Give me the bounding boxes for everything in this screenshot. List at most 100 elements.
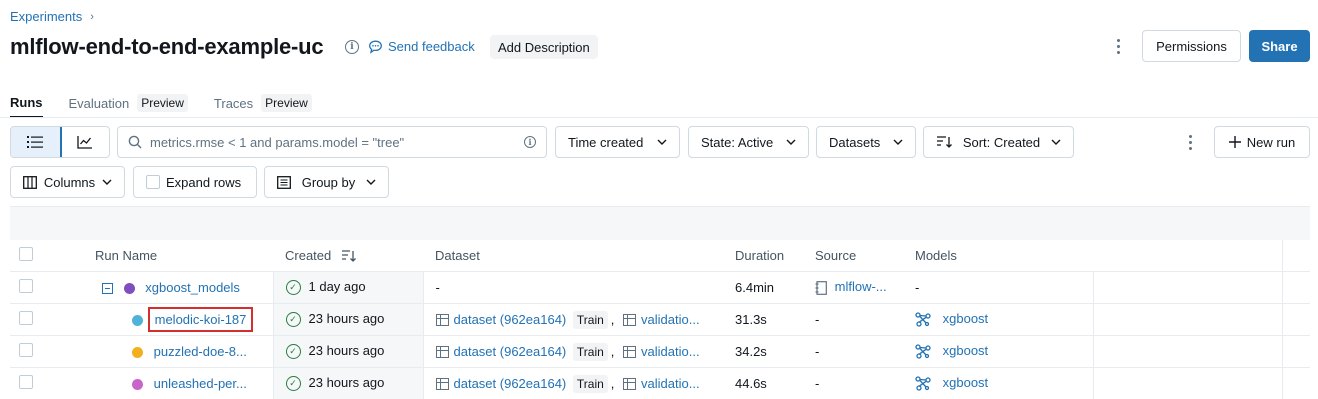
expand-rows-label: Expand rows [166,174,242,190]
dataset-link[interactable]: dataset (962ea164) [454,376,567,391]
more-options-icon[interactable] [1108,34,1128,58]
row-select-cell [10,271,85,304]
run-color-dot [132,314,143,326]
column-header-dataset[interactable]: Dataset [423,240,723,272]
runs-table: Run Name Created Dataset Duration Source… [10,240,1310,399]
model-icon [915,344,931,359]
new-run-button[interactable]: New run [1214,126,1310,158]
row-checkbox[interactable] [19,374,33,389]
model-link[interactable]: xgboost [943,343,989,358]
column-header-models[interactable]: Models [903,240,1093,272]
column-header-source[interactable]: Source [803,240,903,272]
run-color-dot [132,346,143,358]
run-color-dot [132,378,143,390]
column-header-duration[interactable]: Duration [723,240,803,272]
dataset-link-secondary[interactable]: validatio... [641,344,700,359]
plus-icon [1228,136,1241,148]
model-icon [915,312,931,327]
select-all-cell [10,240,85,272]
permissions-button[interactable]: Permissions [1142,30,1241,62]
list-view-button[interactable] [11,127,62,157]
run-color-dot [123,282,135,294]
collapse-icon[interactable] [102,282,113,294]
breadcrumb-experiments-link[interactable]: Experiments [10,9,82,24]
select-all-checkbox[interactable] [19,246,33,261]
line-chart-icon [77,136,92,149]
success-check-icon: ✓ [285,344,301,360]
run-name-link[interactable]: unleashed-per... [154,376,247,391]
run-name-cell: unleashed-per... [85,367,273,399]
dataset-link-secondary[interactable]: validatio... [641,312,700,327]
expand-rows-toggle[interactable]: Expand rows [133,166,257,198]
dataset-link[interactable]: dataset (962ea164) [454,312,567,327]
tab-traces[interactable]: Traces Preview [214,94,312,118]
chevron-down-icon [102,179,112,185]
add-description-button[interactable]: Add Description [490,35,598,59]
search-placeholder: metrics.rmse < 1 and params.model = "tre… [150,134,405,150]
state-dropdown[interactable]: State: Active [688,126,809,158]
preview-badge: Preview [261,94,312,112]
table-icon [623,378,637,391]
tab-evaluation[interactable]: Evaluation Preview [69,94,188,118]
model-link[interactable]: xgboost [943,375,989,390]
search-icon [128,135,142,149]
group-by-button[interactable]: Group by [264,166,389,198]
column-header-created[interactable]: Created [273,240,423,272]
tab-divider [0,117,1318,118]
created-value: 23 hours ago [308,342,385,358]
table-header-band [10,206,1310,240]
run-name-link[interactable]: xgboost_models [145,280,240,295]
source-link[interactable]: mlflow-... [835,279,887,294]
datasets-dropdown[interactable]: Datasets [816,126,916,158]
info-icon[interactable]: i [345,40,359,54]
empty-cell [1093,367,1310,399]
tab-label: Traces [213,95,254,111]
sort-dropdown[interactable]: Sort: Created [923,126,1074,158]
column-header-run-name[interactable]: Run Name [85,240,273,272]
chart-view-button[interactable] [61,127,110,157]
row-select-cell [10,303,85,336]
run-name-link[interactable]: melodic-koi-187 [155,312,247,327]
table-row[interactable]: melodic-koi-187 ✓ 23 hours ago dataset (9… [10,303,1310,336]
columns-button[interactable]: Columns [10,166,125,198]
dataset-cell: dataset (962ea164) Train, validatio... [423,367,723,399]
dataset-tag: Train [572,342,608,361]
table-icon [435,378,449,391]
created-value: 1 day ago [308,278,366,294]
sort-icon [937,136,952,148]
tab-label: Runs [10,94,43,110]
success-check-icon: ✓ [285,312,301,328]
expand-rows-checkbox[interactable] [146,175,160,189]
row-checkbox[interactable] [19,310,33,325]
created-value: 23 hours ago [308,374,385,390]
model-icon [915,376,931,391]
row-checkbox[interactable] [19,278,33,293]
row-checkbox[interactable] [19,342,33,357]
table-row[interactable]: puzzled-doe-8... ✓ 23 hours ago dataset (… [10,335,1310,368]
table-row[interactable]: unleashed-per... ✓ 23 hours ago dataset (… [10,367,1310,399]
search-input[interactable]: metrics.rmse < 1 and params.model = "tre… [117,126,547,158]
dataset-link[interactable]: dataset (962ea164) [454,344,567,359]
share-button[interactable]: Share [1249,30,1310,62]
time-created-dropdown[interactable]: Time created [555,126,680,158]
tab-runs[interactable]: Runs [10,94,43,118]
chevron-right-icon: › [90,10,94,23]
empty-cell [1093,271,1310,304]
duration-cell: 31.3s [723,303,803,336]
empty-cell [1093,335,1310,368]
search-info-icon[interactable]: i [524,136,536,148]
model-link[interactable]: xgboost [943,311,989,326]
chevron-down-icon [893,139,903,145]
dataset-link-secondary[interactable]: validatio... [641,376,700,391]
run-name-link[interactable]: puzzled-doe-8... [154,344,247,359]
table-row[interactable]: xgboost_models ✓ 1 day ago - 6.4min mlflo… [10,271,1310,304]
chevron-down-icon [366,179,376,185]
tab-label: Evaluation [68,95,130,111]
send-feedback-link[interactable]: Send feedback [368,39,475,54]
view-toggle [10,126,110,158]
models-cell: - [903,271,1094,304]
toolbar-more-icon[interactable] [1180,130,1200,154]
duration-cell: 44.6s [723,367,803,399]
row-select-cell [10,367,85,399]
row-select-cell [10,335,85,368]
